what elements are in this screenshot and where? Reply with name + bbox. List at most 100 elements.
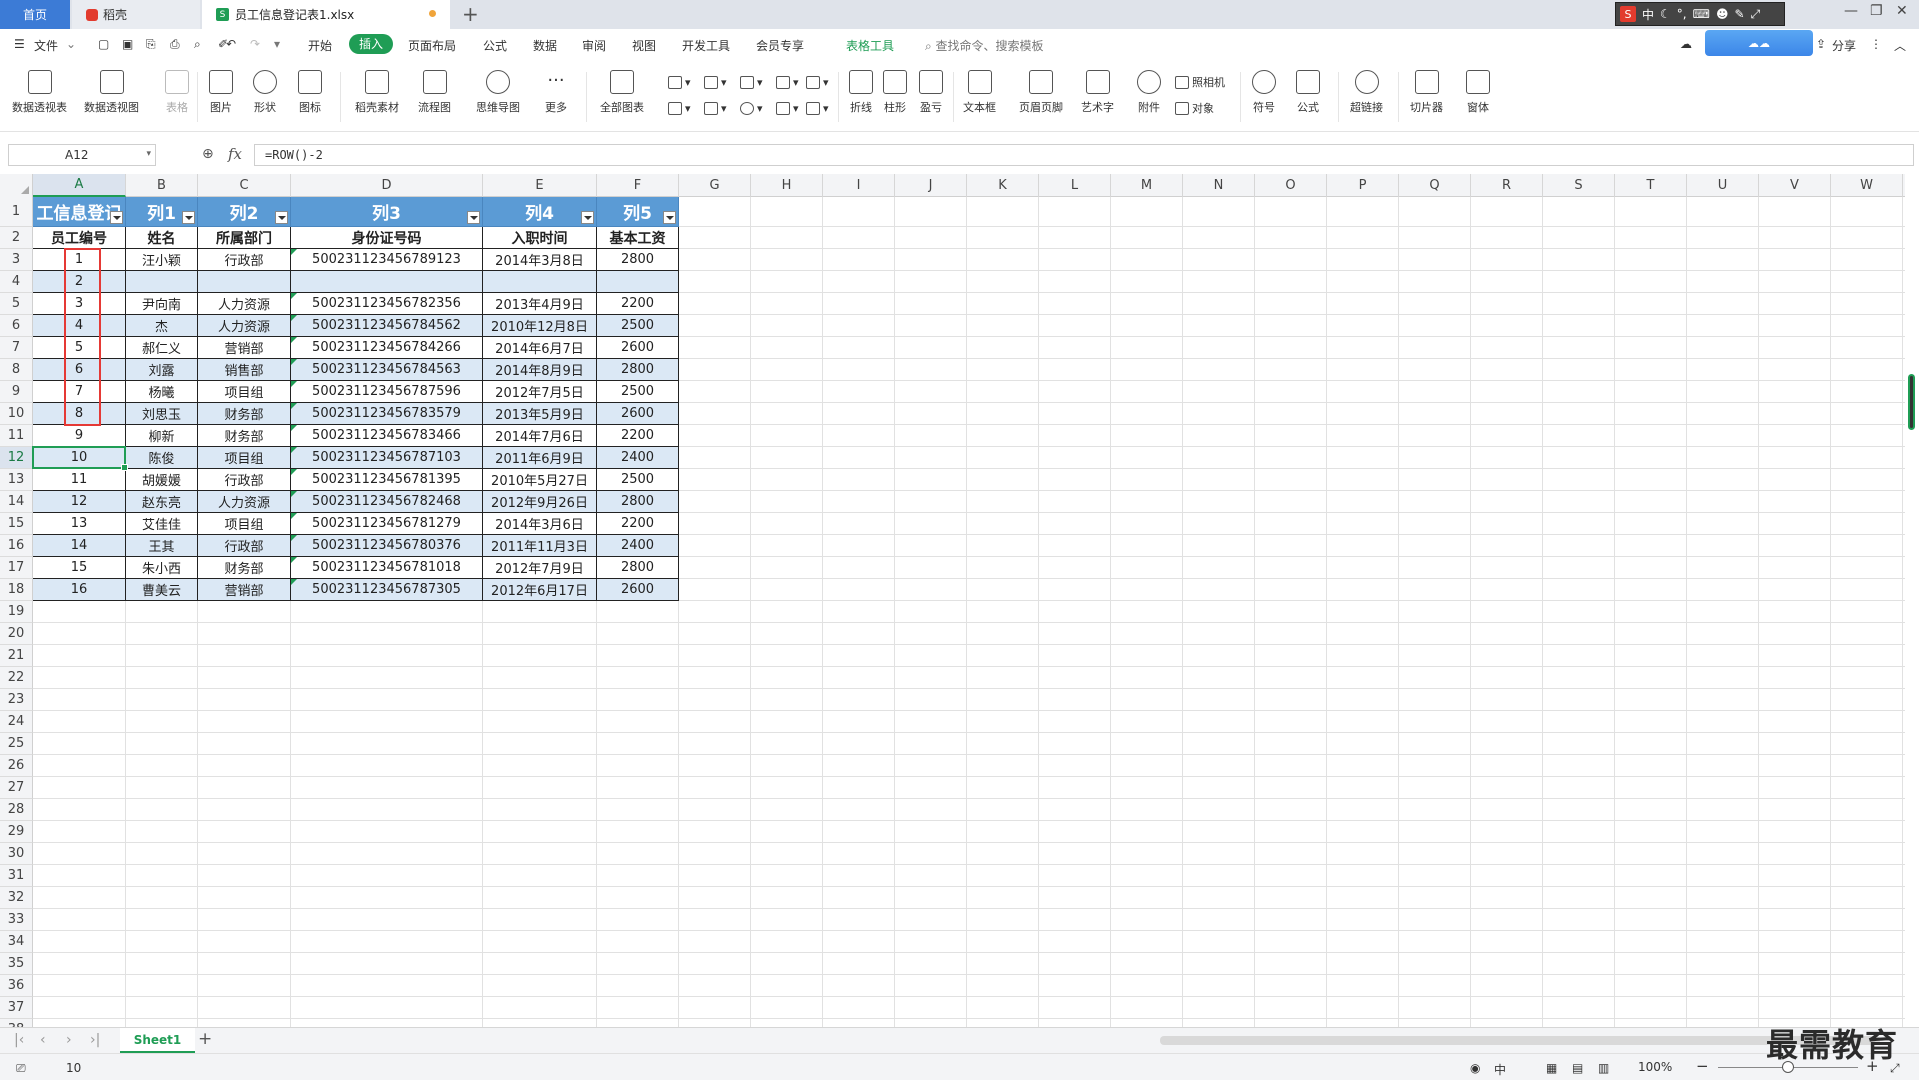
table-cell[interactable]: 500231123456782356 xyxy=(291,293,483,315)
column-header[interactable]: T xyxy=(1615,174,1687,197)
docer-material-button[interactable]: 稻壳素材 xyxy=(355,70,399,115)
row-header[interactable]: 31 xyxy=(0,865,33,887)
hyperlink-button[interactable]: 超链接 xyxy=(1350,70,1383,115)
tab-docer[interactable]: 稻壳 xyxy=(72,0,200,29)
redo-icon[interactable]: ↷ xyxy=(250,37,260,51)
mindmap-button[interactable]: 思维导图 xyxy=(476,70,520,115)
table-cell[interactable]: 2014年7月6日 xyxy=(483,425,597,447)
quick-access-dropdown-icon[interactable]: ▾ xyxy=(274,37,280,51)
table-cell[interactable]: 5 xyxy=(33,337,126,359)
scatter-chart-small-button[interactable]: ▾ xyxy=(776,102,799,115)
equation-button[interactable]: 公式 xyxy=(1296,70,1320,115)
table-cell[interactable]: 500231123456784266 xyxy=(291,337,483,359)
column-header[interactable]: E xyxy=(483,174,597,197)
row-header[interactable]: 4 xyxy=(0,271,33,293)
row-header[interactable]: 24 xyxy=(0,711,33,733)
wrench-icon[interactable]: ✎ xyxy=(1734,7,1744,21)
table-cell[interactable] xyxy=(126,271,198,293)
table-cell[interactable]: 2014年6月7日 xyxy=(483,337,597,359)
table-cell[interactable] xyxy=(198,271,291,293)
table-cell[interactable]: 2013年4月9日 xyxy=(483,293,597,315)
row-header[interactable]: 5 xyxy=(0,293,33,315)
row-header[interactable]: 33 xyxy=(0,909,33,931)
undo-icon[interactable]: ↶ xyxy=(226,37,236,51)
print-icon[interactable]: ⎙ xyxy=(170,37,180,52)
column-header[interactable]: G xyxy=(679,174,751,197)
tab-home[interactable]: 首页 xyxy=(0,0,70,29)
menu-formulas[interactable]: 公式 xyxy=(483,37,507,54)
filter-dropdown-icon[interactable] xyxy=(182,211,195,224)
table-cell[interactable]: 刘露 xyxy=(126,359,198,381)
slicer-button[interactable]: 切片器 xyxy=(1410,70,1443,115)
normal-view-icon[interactable]: ▦ xyxy=(1546,1061,1557,1075)
filter-dropdown-icon[interactable] xyxy=(110,211,123,224)
row-header[interactable]: 34 xyxy=(0,931,33,953)
picture-button[interactable]: 图片 xyxy=(209,70,233,115)
menu-insert[interactable]: 插入 xyxy=(349,34,394,54)
pie-chart-small-button[interactable]: ▾ xyxy=(740,102,763,115)
column-title-cell[interactable]: 员工编号 xyxy=(33,227,126,249)
column-title-cell[interactable]: 入职时间 xyxy=(483,227,597,249)
table-cell[interactable]: 2200 xyxy=(597,425,679,447)
column-header[interactable]: S xyxy=(1543,174,1615,197)
row-header[interactable]: 27 xyxy=(0,777,33,799)
table-cell[interactable]: 10 xyxy=(33,447,126,469)
collapse-ribbon-icon[interactable]: ︿ xyxy=(1894,37,1906,54)
table-cell[interactable]: 500231123456781018 xyxy=(291,557,483,579)
table-button[interactable]: 表格 xyxy=(165,70,189,115)
wordart-button[interactable]: 艺术字 xyxy=(1081,70,1114,115)
table-header-cell[interactable]: 列3 xyxy=(291,197,483,227)
page-layout-view-icon[interactable]: ▤ xyxy=(1572,1061,1583,1075)
object-button[interactable]: 对象 xyxy=(1175,100,1214,116)
menu-review[interactable]: 审阅 xyxy=(582,37,606,54)
row-header[interactable]: 15 xyxy=(0,513,33,535)
row-header[interactable]: 28 xyxy=(0,799,33,821)
menu-developer[interactable]: 开发工具 xyxy=(682,37,730,54)
table-header-cell[interactable]: 列4 xyxy=(483,197,597,227)
table-cell[interactable]: 王其 xyxy=(126,535,198,557)
table-cell[interactable]: 胡媛媛 xyxy=(126,469,198,491)
user-icon[interactable]: ☻ xyxy=(1716,7,1729,21)
table-cell[interactable]: 6 xyxy=(33,359,126,381)
table-cell[interactable]: 9 xyxy=(33,425,126,447)
column-header[interactable]: A xyxy=(33,174,126,197)
table-cell[interactable]: 刘思玉 xyxy=(126,403,198,425)
punctuation-icon[interactable]: °, xyxy=(1677,7,1687,21)
table-cell[interactable]: 销售部 xyxy=(198,359,291,381)
row-header[interactable]: 17 xyxy=(0,557,33,579)
icons-button[interactable]: 图标 xyxy=(298,70,322,115)
hamburger-icon[interactable]: ☰ xyxy=(14,37,25,51)
column-header[interactable]: L xyxy=(1039,174,1111,197)
share-icon[interactable]: ⇪ xyxy=(1816,37,1826,51)
table-cell[interactable]: 500231123456783579 xyxy=(291,403,483,425)
table-cell[interactable]: 2600 xyxy=(597,337,679,359)
table-cell[interactable]: 500231123456781279 xyxy=(291,513,483,535)
waterfall-chart-small-button[interactable]: ▾ xyxy=(806,102,829,115)
menu-file[interactable]: 文件 xyxy=(34,37,58,54)
table-cell[interactable]: 2800 xyxy=(597,491,679,513)
table-cell[interactable]: 15 xyxy=(33,557,126,579)
table-cell[interactable]: 8 xyxy=(33,403,126,425)
row-header[interactable]: 21 xyxy=(0,645,33,667)
row-header[interactable]: 35 xyxy=(0,953,33,975)
save-icon[interactable]: ▣ xyxy=(122,37,133,51)
scrollbar-thumb[interactable] xyxy=(1908,374,1915,430)
keyboard-icon[interactable]: ⌨ xyxy=(1693,7,1710,21)
table-cell[interactable]: 500231123456783466 xyxy=(291,425,483,447)
table-cell[interactable]: 杰 xyxy=(126,315,198,337)
row-header[interactable]: 8 xyxy=(0,359,33,381)
column-header[interactable]: F xyxy=(597,174,679,197)
table-cell[interactable]: 500231123456782468 xyxy=(291,491,483,513)
column-header[interactable]: B xyxy=(126,174,198,197)
area-chart-small-button[interactable]: ▾ xyxy=(668,102,691,115)
column-chart-small-button[interactable]: ▾ xyxy=(668,76,691,89)
row-header[interactable]: 14 xyxy=(0,491,33,513)
menu-home[interactable]: 开始 xyxy=(308,37,332,54)
table-cell[interactable]: 13 xyxy=(33,513,126,535)
table-cell[interactable]: 杨曦 xyxy=(126,381,198,403)
add-sheet-icon[interactable]: + xyxy=(198,1029,212,1049)
expand-icon[interactable]: ⤢ xyxy=(1751,7,1761,22)
table-cell[interactable]: 财务部 xyxy=(198,425,291,447)
table-cell[interactable]: 2012年6月17日 xyxy=(483,579,597,601)
table-cell[interactable]: 艾佳佳 xyxy=(126,513,198,535)
